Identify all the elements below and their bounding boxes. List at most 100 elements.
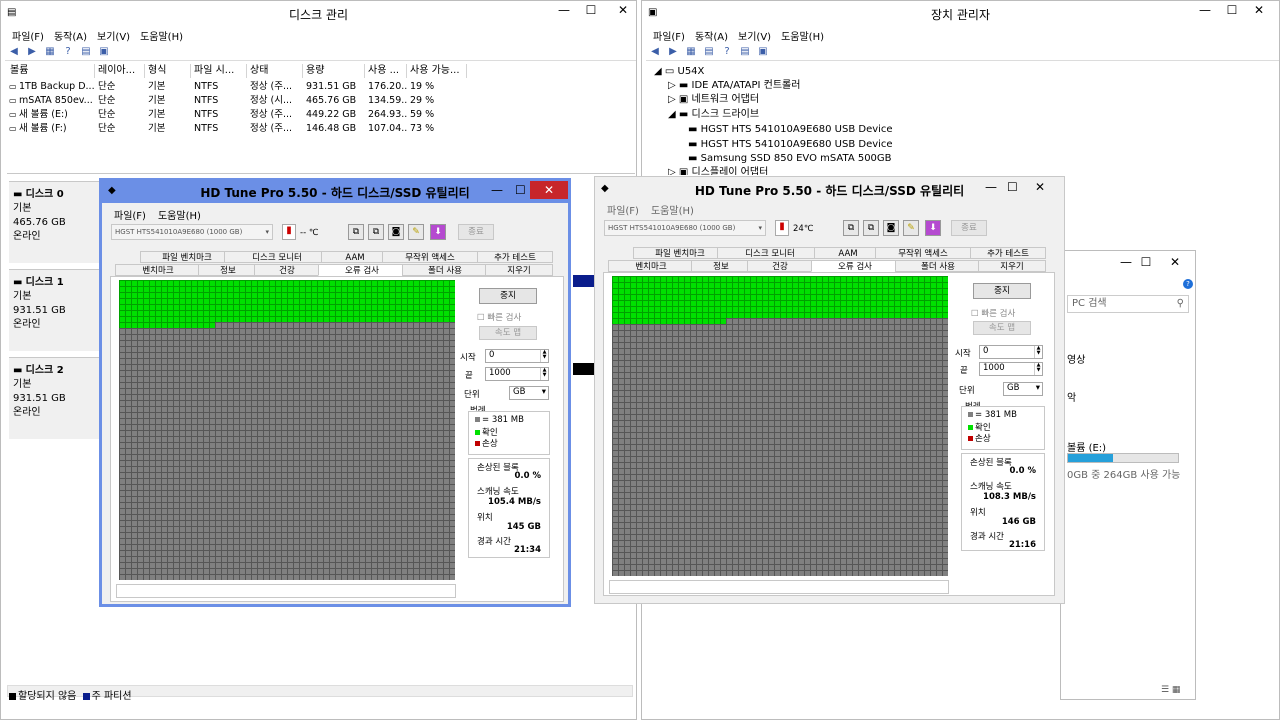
hd2-device-select[interactable]: HGST HTS541010A9E680 (1000 GB) ▾ <box>604 220 766 236</box>
camera-icon[interactable]: ◙ <box>883 220 899 236</box>
properties-icon[interactable]: ▣ <box>97 46 111 58</box>
quick-scan-checkbox[interactable]: ☐ 빠른 검사 <box>971 307 1015 319</box>
tab-hd1-bottom-0[interactable]: 벤치마크 <box>115 264 201 276</box>
partition-bar-2[interactable] <box>573 363 595 375</box>
menu-help[interactable]: 도움말(H) <box>158 211 201 222</box>
maximize-icon[interactable]: ☐ <box>515 183 526 197</box>
close-icon[interactable]: ✕ <box>1035 180 1045 194</box>
unit-select[interactable]: GB ▾ <box>509 386 549 400</box>
list-icon[interactable]: ▤ <box>702 46 716 58</box>
search-input[interactable]: PC 검색 ⚲ <box>1067 295 1189 313</box>
tab-hd1-bottom-3[interactable]: 오류 검사 <box>318 264 406 276</box>
view-icon[interactable]: ▦ <box>684 46 698 58</box>
col-used[interactable]: 사용 ... <box>365 64 407 78</box>
minimize-icon[interactable]: — <box>985 180 997 194</box>
help-icon[interactable]: ? <box>720 46 734 58</box>
hd1-device-select[interactable]: HGST HTS541010A9E680 (1000 GB) ▾ <box>111 224 273 240</box>
speed-map-button[interactable]: 속도 맵 <box>973 321 1031 335</box>
explorer-item-video[interactable]: 영상 <box>1067 351 1085 366</box>
close-icon[interactable]: ✕ <box>530 181 568 199</box>
start-input[interactable]: 0 ▲ ▼ <box>979 345 1043 359</box>
col-layout[interactable]: 레이아... <box>95 64 145 78</box>
view-icon[interactable]: ▦ <box>43 46 57 58</box>
end-input[interactable]: 1000 ▲ ▼ <box>485 367 549 381</box>
speed-map-button[interactable]: 속도 맵 <box>479 326 537 340</box>
end-input[interactable]: 1000 ▲ ▼ <box>979 362 1043 376</box>
tab-hd2-top-4[interactable]: 추가 테스트 <box>970 247 1046 259</box>
col-capacity[interactable]: 용량 <box>303 64 365 78</box>
copy-all-icon[interactable]: ⧉ <box>368 224 384 240</box>
quick-scan-checkbox[interactable]: ☐ 빠른 검사 <box>477 311 521 323</box>
tab-hd2-bottom-5[interactable]: 지우기 <box>978 260 1046 272</box>
stop-button[interactable]: 중지 <box>973 283 1031 299</box>
scan-icon[interactable]: ▣ <box>756 46 770 58</box>
tree-display[interactable]: ▷ ▣ 디스플레이 어댑터 <box>668 166 768 175</box>
tree-root[interactable]: ◢ ▭ U54X <box>654 65 704 79</box>
menu-help[interactable]: 도움말(H) <box>651 206 694 217</box>
tab-hd1-bottom-4[interactable]: 폴더 사용 <box>402 264 488 276</box>
tree-network[interactable]: ▷ ▣ 네트워크 어댑터 <box>668 93 759 107</box>
forward-icon[interactable]: ▶ <box>25 46 39 58</box>
tab-hd1-top-4[interactable]: 추가 테스트 <box>477 251 553 263</box>
minimize-icon[interactable]: — <box>1192 1 1218 21</box>
col-fs[interactable]: 파일 시... <box>191 64 247 78</box>
exit-button[interactable]: 종료 <box>951 220 987 236</box>
tab-hd2-top-1[interactable]: 디스크 모니터 <box>717 247 823 259</box>
back-icon[interactable]: ◀ <box>7 46 21 58</box>
tab-hd2-bottom-1[interactable]: 정보 <box>691 260 751 272</box>
maximize-icon[interactable]: ☐ <box>1007 180 1018 194</box>
stop-button[interactable]: 중지 <box>479 288 537 304</box>
tab-hd1-bottom-2[interactable]: 건강 <box>254 264 320 276</box>
save-icon[interactable]: ⬇ <box>430 224 446 240</box>
tab-hd1-bottom-5[interactable]: 지우기 <box>485 264 553 276</box>
list-icon[interactable]: ▤ <box>738 46 752 58</box>
tab-hd2-bottom-4[interactable]: 폴더 사용 <box>895 260 981 272</box>
minimize-icon[interactable]: — <box>491 183 503 197</box>
tree-disk-1[interactable]: ▬ HGST HTS 541010A9E680 USB Device <box>688 123 893 137</box>
back-icon[interactable]: ◀ <box>648 46 662 58</box>
copy-icon[interactable]: ⧉ <box>348 224 364 240</box>
disk-2-panel[interactable]: ▬ 디스크 2 기본 931.51 GB 온라인 <box>9 357 104 439</box>
partition-bar-1[interactable] <box>573 275 595 287</box>
menu-file[interactable]: 파일(F) <box>607 206 639 217</box>
tab-hd1-top-1[interactable]: 디스크 모니터 <box>224 251 330 263</box>
tab-hd2-top-3[interactable]: 무작위 액세스 <box>875 247 971 259</box>
tree-disk-3[interactable]: ▬ Samsung SSD 850 EVO mSATA 500GB <box>688 152 892 166</box>
table-row[interactable]: 새 볼륨 (E:) 단순 기본 NTFS 정상 (주... 449.22 GB 264.93… <box>7 108 467 122</box>
col-type[interactable]: 형식 <box>145 64 191 78</box>
table-row[interactable]: 새 볼륨 (F:) 단순 기본 NTFS 정상 (주... 146.48 GB 107.04… <box>7 122 467 136</box>
copy-icon[interactable]: ⧉ <box>843 220 859 236</box>
copy-all-icon[interactable]: ⧉ <box>863 220 879 236</box>
col-free[interactable]: 사용 가능... <box>407 64 467 78</box>
list-icon[interactable]: ▤ <box>79 46 93 58</box>
tab-hd2-bottom-3[interactable]: 오류 검사 <box>811 260 899 272</box>
close-icon[interactable]: ✕ <box>601 1 645 21</box>
table-row[interactable]: 1TB Backup D... 단순 기본 NTFS 정상 (주... 931.51 GB… <box>7 80 467 94</box>
tab-hd2-top-2[interactable]: AAM <box>814 247 882 259</box>
explorer-item-music[interactable]: 악 <box>1067 389 1076 404</box>
minimize-icon[interactable]: — <box>551 1 577 21</box>
camera-icon[interactable]: ◙ <box>388 224 404 240</box>
col-status[interactable]: 상태 <box>247 64 303 78</box>
tab-hd2-bottom-0[interactable]: 벤치마크 <box>608 260 694 272</box>
help-icon[interactable]: ? <box>61 46 75 58</box>
menu-file[interactable]: 파일(F) <box>114 211 146 222</box>
details-view-icon[interactable]: ☰ ▦ <box>1161 685 1180 695</box>
disk-1-panel[interactable]: ▬ 디스크 1 기본 931.51 GB 온라인 <box>9 269 104 351</box>
col-volume[interactable]: 볼륨 <box>7 64 95 78</box>
table-row[interactable]: mSATA 850ev... 단순 기본 NTFS 정상 (시... 465.76 GB 1… <box>7 94 467 108</box>
start-input[interactable]: 0 ▲ ▼ <box>485 349 549 363</box>
devm-titlebar[interactable]: ▣ 장치 관리자 — ☐ ✕ <box>642 1 1279 25</box>
volume-e-label[interactable]: 볼륨 (E:) <box>1067 439 1106 454</box>
disk-0-panel[interactable]: ▬ 디스크 0 기본 465.76 GB 온라인 <box>9 181 104 263</box>
tab-hd2-bottom-2[interactable]: 건강 <box>747 260 813 272</box>
close-icon[interactable]: ✕ <box>1153 253 1197 273</box>
dm-titlebar[interactable]: ▤ 디스크 관리 — ☐ ✕ <box>1 1 636 25</box>
tree-ide[interactable]: ▷ ▬ IDE ATA/ATAPI 컨트롤러 <box>668 79 800 93</box>
unit-select[interactable]: GB ▾ <box>1003 382 1043 396</box>
save-icon[interactable]: ⬇ <box>925 220 941 236</box>
tools-icon[interactable]: ✎ <box>408 224 424 240</box>
tree-disk-drives[interactable]: ◢ ▬ 디스크 드라이브 <box>668 108 759 122</box>
tab-hd2-top-0[interactable]: 파일 벤치마크 <box>633 247 727 259</box>
tab-hd1-top-3[interactable]: 무작위 액세스 <box>382 251 478 263</box>
